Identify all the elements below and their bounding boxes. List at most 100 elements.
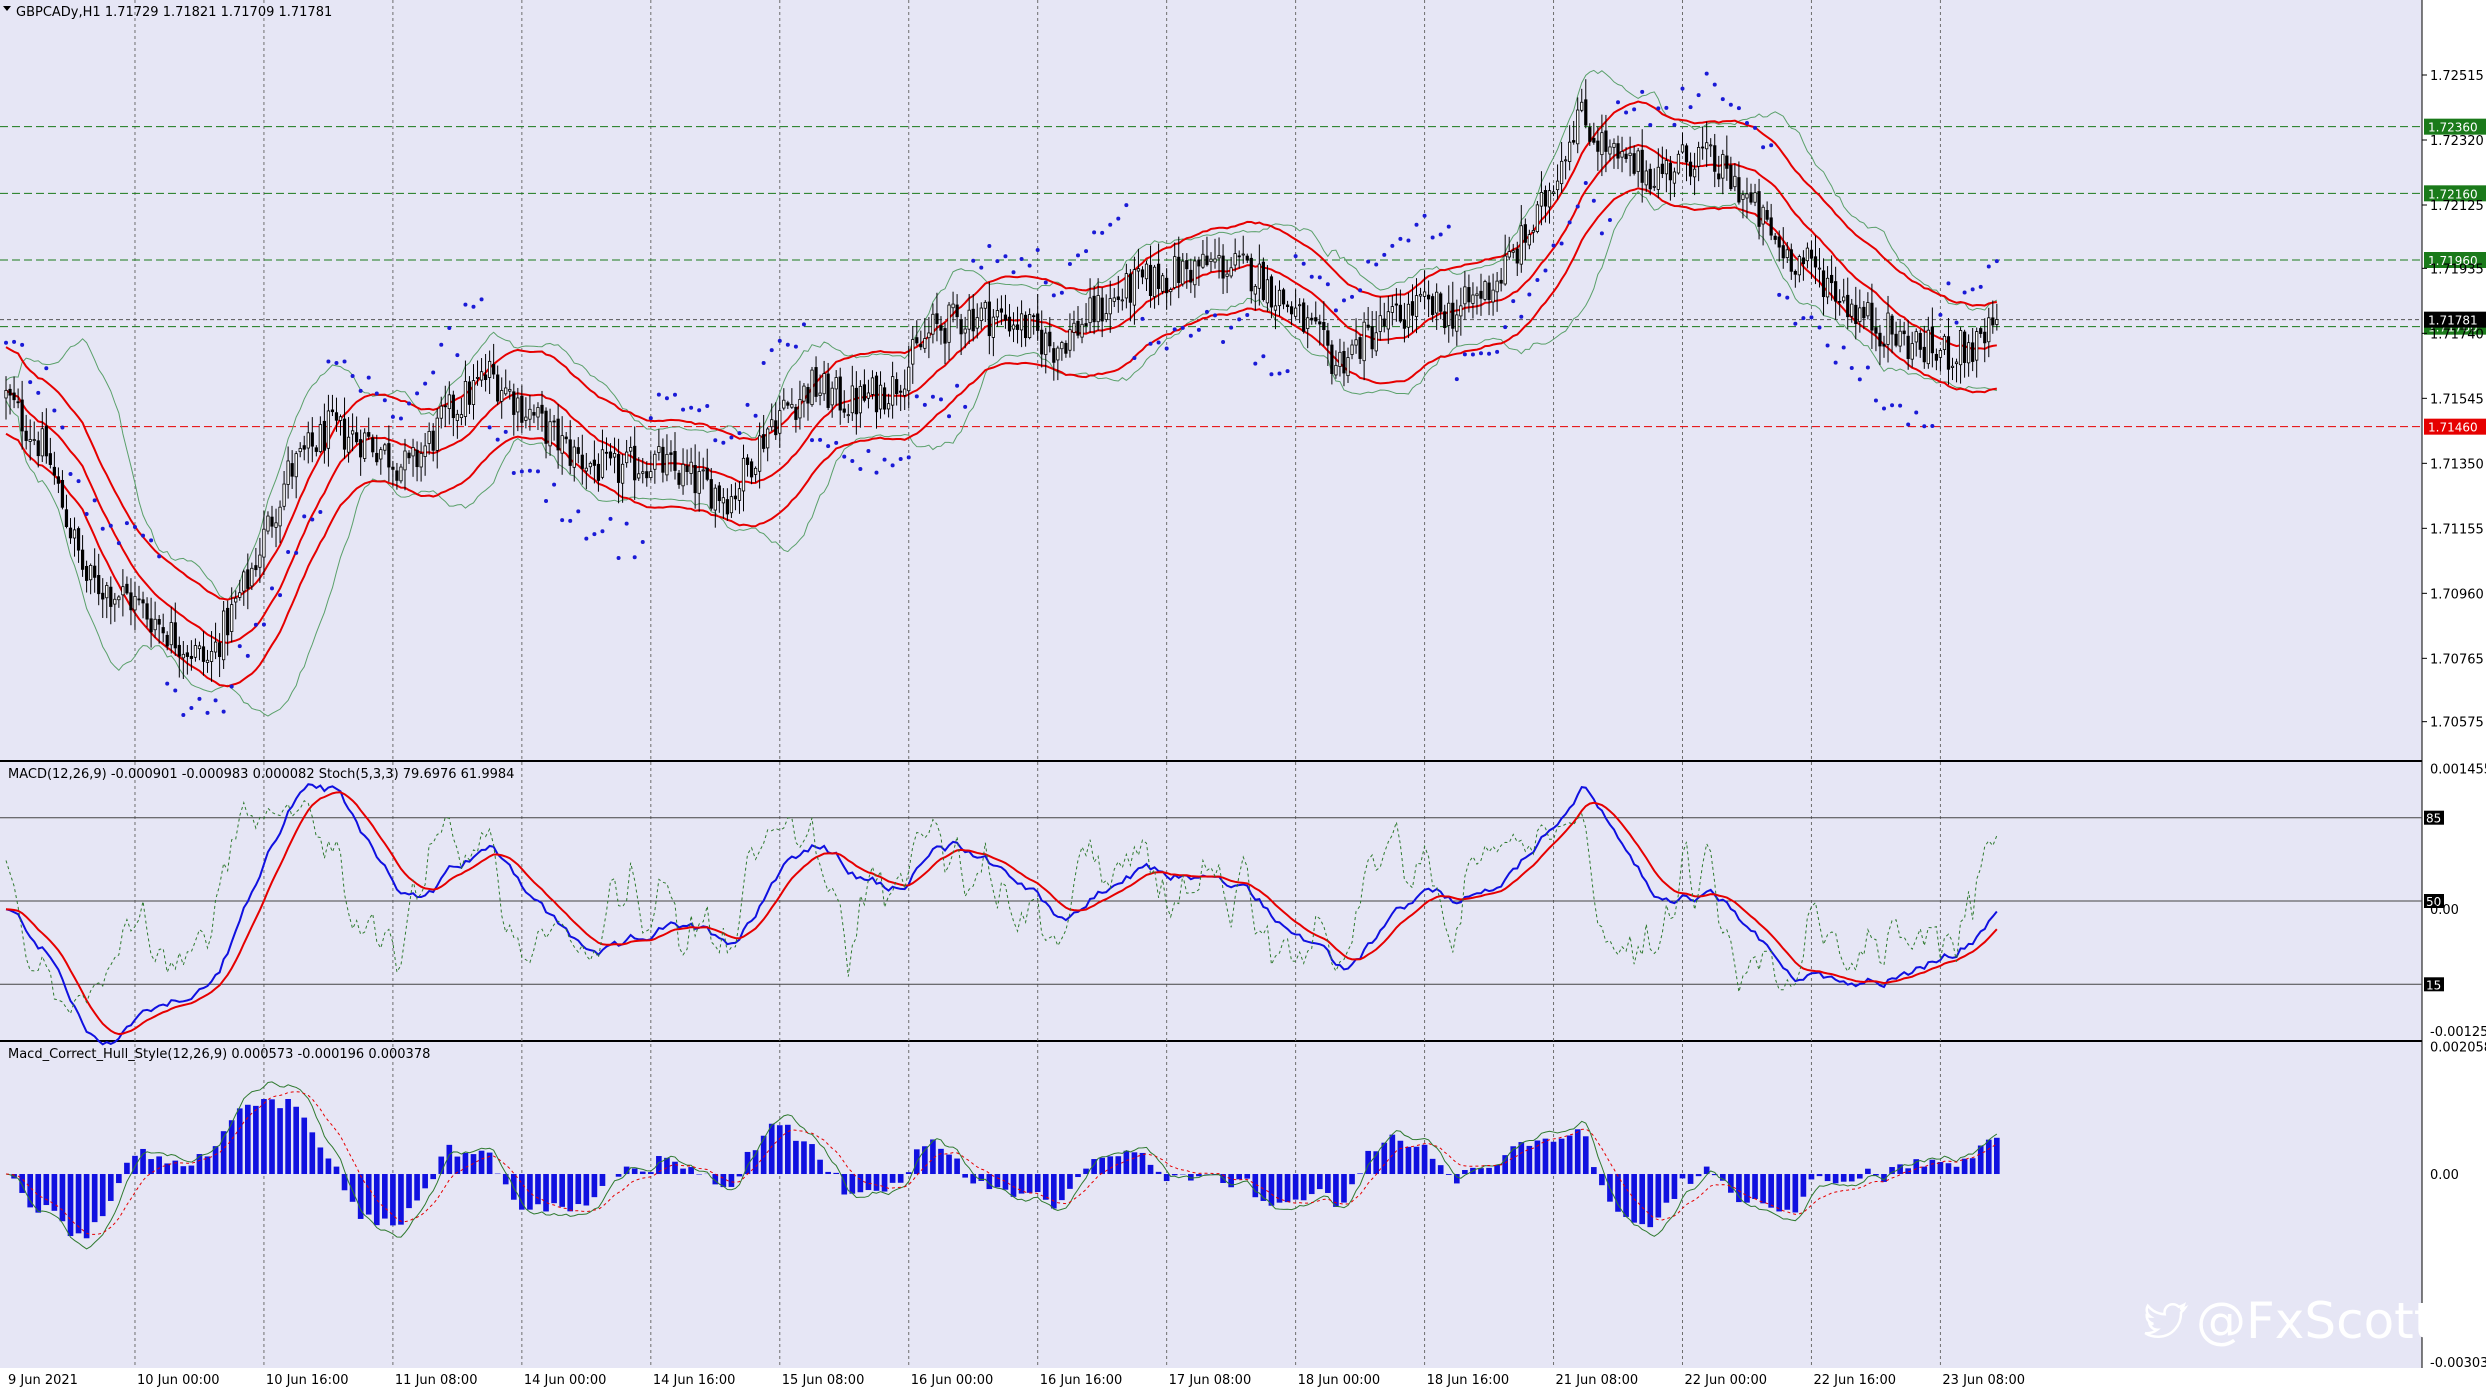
hull-bar [793,1140,799,1175]
hull-bar [107,1174,114,1201]
psar-dot [447,325,452,330]
candle-body [1366,324,1370,328]
candle-body [697,471,701,494]
candle-body [145,603,149,620]
candle-body [1088,297,1092,324]
candle-body [935,313,939,324]
psar-dot [213,698,218,703]
candle-body [1265,279,1270,304]
hull-bar [857,1174,864,1193]
candle-body [1019,313,1024,331]
psar-dot [624,521,629,526]
psar-dot [729,435,734,440]
candle-body [1507,251,1511,258]
candle-body [919,344,923,348]
candle-body [1491,289,1495,303]
psar-dot [672,392,677,397]
psar-dot [608,516,613,521]
candle-body [762,434,766,449]
hull-bar [349,1174,356,1202]
hull-bar [1397,1140,1404,1175]
candle-body [322,420,326,451]
candle-body [483,374,488,381]
candle-body [1523,224,1527,243]
candle-body [8,388,12,396]
hull-bar [897,1174,904,1183]
psar-dot [439,342,444,347]
candle-body [1257,263,1261,289]
candle-body [673,451,677,471]
hull-bar [785,1124,791,1175]
candle-body [1362,321,1366,362]
trading-chart[interactable]: 1.723601.721601.719601.717601.714601.717… [0,0,2486,1392]
candle-body [1289,306,1294,315]
candle-body [1991,317,1995,326]
candle-body [758,435,762,472]
hull-bar [1429,1158,1436,1175]
candle-body [1846,294,1850,318]
x-tick-label: 16 Jun 00:00 [911,1373,994,1388]
price-panel[interactable] [0,0,2422,760]
hull-bar [1848,1174,1855,1182]
candle-body [157,619,161,625]
hull-bar [1566,1135,1573,1175]
stoch-level-label: 85 [2426,812,2441,826]
hull-bar [1639,1174,1646,1225]
candle-body [625,451,629,464]
psar-dot [278,593,283,598]
candle-body [572,446,576,468]
candle-body [471,380,476,405]
hull-panel-title: Macd_Correct_Hull_Style(12,26,9) 0.00057… [8,1047,430,1062]
candle-body [56,476,61,484]
candle-body [201,646,206,662]
x-tick-label: 22 Jun 16:00 [1813,1373,1896,1388]
candle-body [1386,311,1390,330]
hull-bar [365,1174,372,1215]
hull-bar [1865,1168,1871,1175]
candle-body [310,432,314,447]
hull-bar [1502,1155,1508,1175]
psar-dot [1962,290,1967,295]
candle-body [1821,270,1826,298]
psar-dot [116,541,121,546]
psar-dot [914,394,919,399]
candle-body [226,607,230,636]
hull-bar [269,1099,275,1175]
candle-body [1023,314,1028,339]
hull-bar [1840,1174,1847,1182]
candle-body [1104,313,1108,320]
psar-dot [1873,398,1878,403]
hull-bar [1599,1174,1605,1186]
psar-dot [1221,340,1226,345]
hull-bar [1171,1174,1178,1176]
psar-dot [1188,333,1193,338]
candle-body [85,565,89,581]
psar-dot [374,391,379,396]
candle-body [1120,299,1124,302]
candle-body [665,453,669,476]
hull-bar [1163,1174,1170,1182]
candle-body [1007,316,1012,332]
hull-bar [1582,1136,1589,1175]
psar-dot [189,706,194,711]
psar-dot [1511,299,1516,304]
candle-body [375,452,379,463]
psar-dot [1720,97,1725,102]
psar-dot [1108,222,1113,227]
psar-dot [1817,325,1822,330]
psar-dot [1462,352,1467,357]
psar-dot [1906,422,1911,427]
psar-dot [108,523,113,528]
psar-dot [1640,89,1645,94]
hull-bar [1445,1174,1452,1175]
candle-body [1475,293,1479,297]
psar-dot [181,713,186,718]
hull-bar [196,1154,203,1175]
psar-dot [955,383,960,388]
hull-bar [1510,1146,1517,1175]
candle-body [133,596,137,611]
hull-bar [1816,1174,1823,1177]
hull-bar [212,1146,219,1175]
candle-body [1165,277,1169,294]
candle-body [774,420,778,436]
